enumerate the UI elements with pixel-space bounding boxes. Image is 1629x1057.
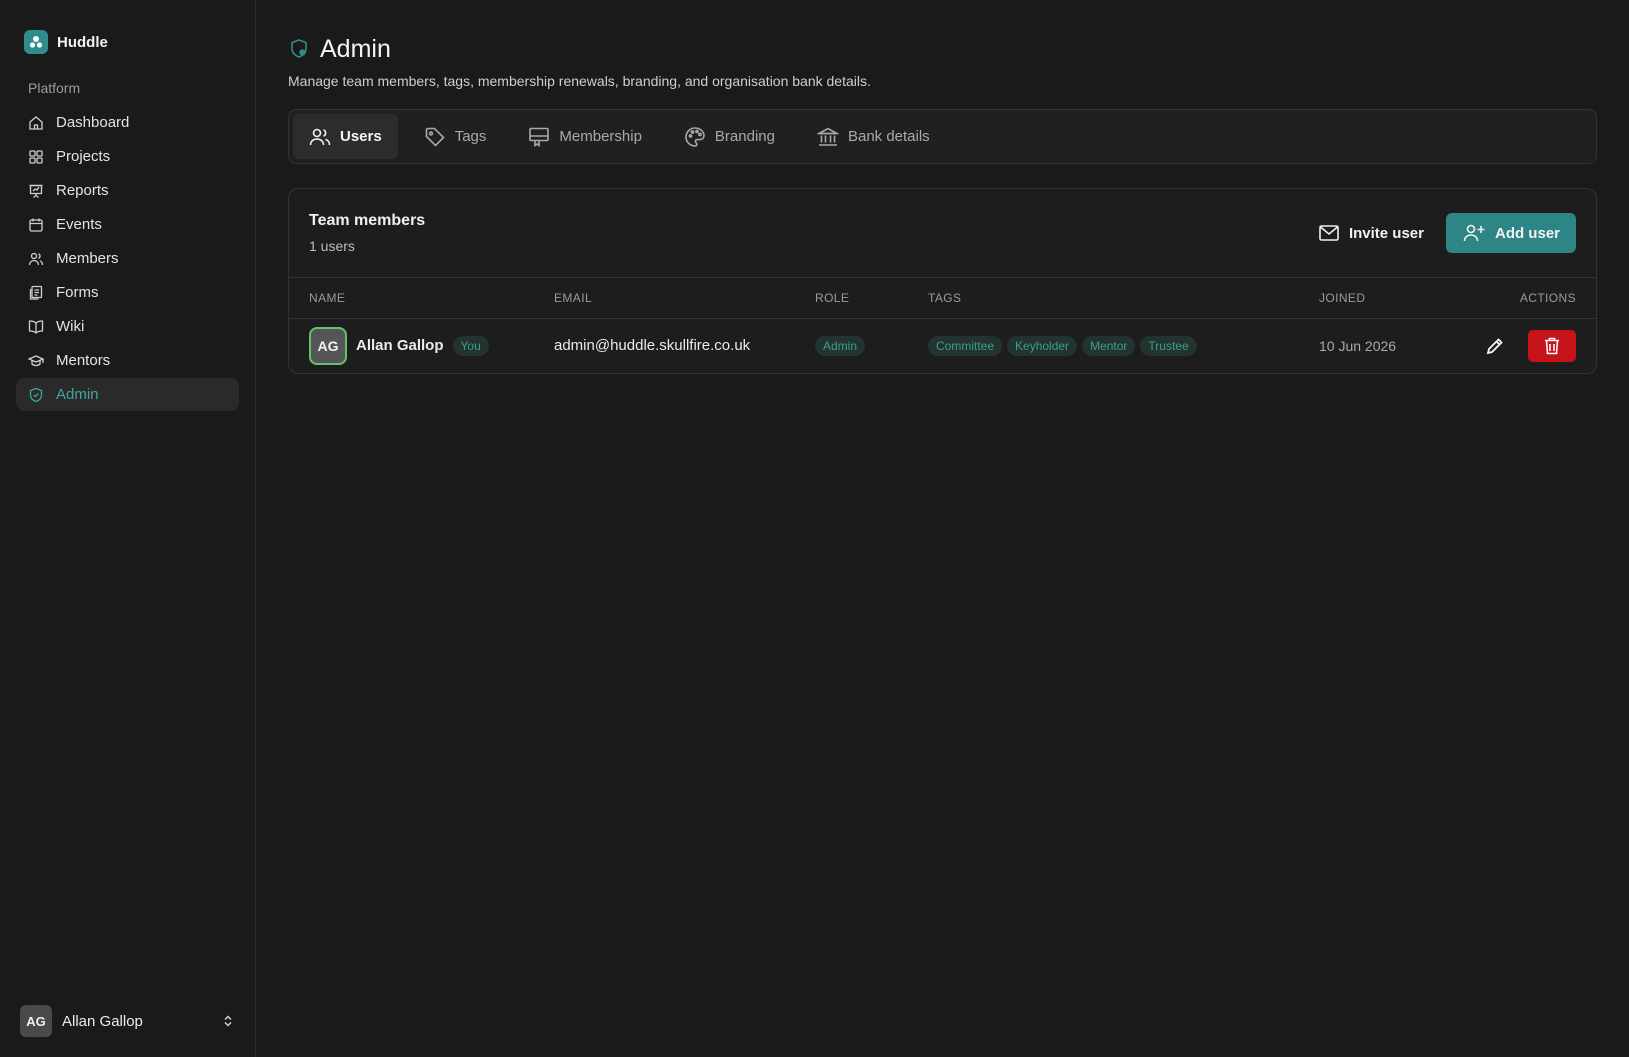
users-icon [309, 128, 331, 145]
tab-label: Branding [714, 128, 775, 145]
column-header-name[interactable]: NAME [289, 278, 554, 319]
tab-label: Tags [454, 128, 487, 145]
tab-bank-details[interactable]: Bank details [801, 114, 946, 159]
tab-branding[interactable]: Branding [668, 114, 791, 159]
sidebar-item-admin[interactable]: Admin [16, 378, 239, 411]
sidebar-item-members[interactable]: Members [16, 242, 239, 275]
user-menu[interactable]: AG Allan Gallop [20, 1005, 235, 1037]
tab-tags[interactable]: Tags [408, 114, 503, 159]
team-members-card: Team members 1 users Invite user Add use… [288, 188, 1597, 374]
users-icon [28, 252, 44, 265]
column-header-tags[interactable]: TAGS [928, 278, 1319, 319]
sidebar-item-reports[interactable]: Reports [16, 174, 239, 207]
trash-icon [1545, 337, 1559, 355]
sidebar-item-label: Projects [56, 148, 111, 165]
tag-badge: Trustee [1140, 335, 1197, 356]
forms-icon [29, 285, 43, 300]
user-email: admin@huddle.skullfire.co.uk [554, 337, 751, 355]
sidebar-item-wiki[interactable]: Wiki [16, 310, 239, 343]
grid-icon [29, 149, 43, 164]
user-name: Allan Gallop [62, 1012, 143, 1030]
sidebar-item-label: Members [56, 250, 119, 267]
add-user-button[interactable]: Add user [1445, 213, 1576, 253]
user-count: 1 users [309, 238, 355, 254]
palette-icon [685, 126, 705, 147]
shield-icon [291, 39, 307, 58]
presentation-icon [29, 184, 43, 198]
tab-membership[interactable]: Membership [512, 114, 658, 159]
sidebar-item-events[interactable]: Events [16, 208, 239, 241]
user-name: Allan Gallop [356, 337, 444, 355]
column-header-actions: ACTIONS [1479, 278, 1596, 319]
users-table: NAME EMAIL ROLE TAGS JOINED ACTIONS AG A [289, 278, 1596, 373]
page-title: Admin [320, 34, 391, 63]
sidebar-item-label: Dashboard [56, 114, 130, 131]
joined-date: 10 Jun 2026 [1319, 337, 1397, 354]
column-header-role[interactable]: ROLE [815, 278, 928, 319]
avatar: AG [309, 326, 347, 365]
graduation-cap-icon [28, 354, 44, 366]
tab-label: Users [340, 128, 382, 145]
mail-icon [1319, 225, 1339, 241]
tab-label: Bank details [847, 128, 930, 145]
tab-users[interactable]: Users [293, 114, 398, 159]
home-icon [29, 115, 43, 130]
add-user-label: Add user [1494, 224, 1560, 242]
invite-user-label: Invite user [1348, 224, 1424, 242]
column-header-joined[interactable]: JOINED [1319, 278, 1479, 319]
book-icon [28, 319, 44, 334]
bank-icon [816, 127, 839, 146]
delete-user-button[interactable] [1528, 329, 1576, 362]
user-plus-icon [1463, 224, 1485, 242]
sidebar: Huddle Platform Dashboard Projects Repor… [0, 0, 256, 1057]
card-header: Team members 1 users Invite user Add use… [289, 189, 1596, 278]
table-header-row: NAME EMAIL ROLE TAGS JOINED ACTIONS [289, 278, 1596, 319]
edit-user-button[interactable] [1480, 330, 1510, 362]
shield-icon [29, 387, 43, 402]
tag-badge: Mentor [1082, 335, 1136, 356]
sidebar-item-label: Events [56, 216, 102, 233]
sidebar-item-mentors[interactable]: Mentors [16, 344, 239, 377]
chevrons-up-down-icon [224, 1015, 232, 1027]
invite-user-button[interactable]: Invite user [1314, 213, 1428, 253]
role-badge: Admin [815, 335, 866, 356]
id-card-icon [529, 127, 550, 147]
pencil-icon [1486, 337, 1503, 354]
calendar-icon [29, 218, 43, 232]
table-row: AG Allan Gallop You admin@huddle.skullfi… [289, 318, 1596, 373]
avatar: AG [20, 1005, 52, 1037]
sidebar-item-label: Forms [56, 284, 99, 301]
page-subtitle: Manage team members, tags, membership re… [288, 73, 871, 89]
sidebar-item-label: Mentors [56, 352, 111, 369]
app-name: Huddle [57, 33, 108, 51]
tag-icon [425, 127, 445, 147]
huddle-logo-icon [24, 30, 48, 54]
tab-label: Membership [559, 128, 642, 145]
sidebar-item-forms[interactable]: Forms [16, 276, 239, 309]
admin-tabs: Users Tags Membership Branding Bank deta… [288, 109, 1597, 164]
page-header: Admin [288, 34, 1597, 64]
card-title: Team members [309, 212, 426, 229]
column-header-email[interactable]: EMAIL [554, 278, 815, 319]
tag-badge: Keyholder [1007, 335, 1078, 356]
main-content: Admin Manage team members, tags, members… [256, 0, 1629, 1057]
tag-badge: Committee [928, 335, 1003, 356]
you-badge: You [452, 335, 489, 356]
sidebar-item-label: Wiki [56, 318, 85, 335]
sidebar-item-label: Reports [56, 182, 109, 199]
brand[interactable]: Huddle [0, 0, 255, 60]
sidebar-nav: Dashboard Projects Reports Events Member… [0, 100, 255, 412]
sidebar-item-projects[interactable]: Projects [16, 140, 239, 173]
sidebar-item-dashboard[interactable]: Dashboard [16, 106, 239, 139]
sidebar-item-label: Admin [56, 386, 99, 403]
sidebar-section-label: Platform [28, 80, 81, 96]
